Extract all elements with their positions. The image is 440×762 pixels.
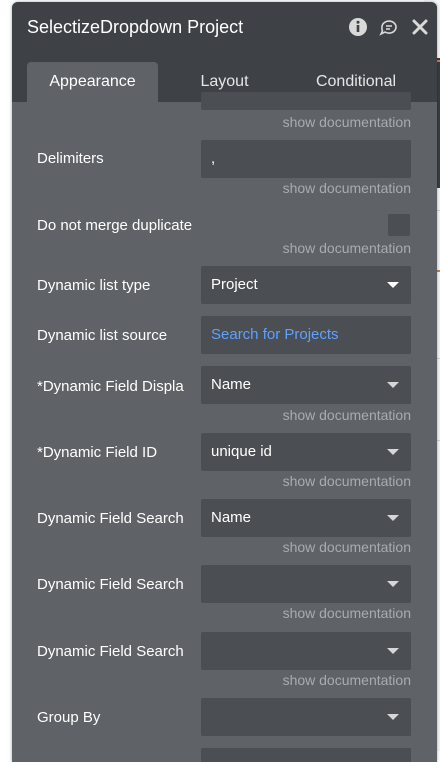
chevron-down-icon <box>387 282 399 288</box>
appearance-properties: show documentation Delimiters , show doc… <box>12 92 437 762</box>
field-display-dropdown[interactable]: Name <box>201 366 411 404</box>
title-bar[interactable]: SelectizeDropdown Project <box>12 2 437 54</box>
chevron-down-icon <box>387 515 399 521</box>
field-display-value: Name <box>211 376 252 393</box>
close-icon[interactable] <box>410 17 430 37</box>
panel-title: SelectizeDropdown Project <box>27 17 244 37</box>
list-type-value: Project <box>211 276 258 293</box>
info-icon[interactable] <box>348 17 368 37</box>
previous-field[interactable] <box>201 92 411 110</box>
show-documentation-link[interactable]: show documentation <box>283 180 411 196</box>
field-search-label: Dynamic Field Search <box>37 510 184 527</box>
field-id-dropdown[interactable]: unique id <box>201 433 411 471</box>
chevron-down-icon <box>387 382 399 388</box>
no-merge-label: Do not merge duplicate <box>37 217 193 234</box>
delimiters-value: , <box>211 150 216 167</box>
chat-icon[interactable] <box>379 17 399 37</box>
show-documentation-link[interactable]: show documentation <box>283 114 411 130</box>
field-search-dropdown[interactable] <box>201 565 411 603</box>
list-source-field[interactable]: Search for Projects <box>201 316 411 354</box>
field-id-value: unique id <box>211 443 272 460</box>
show-documentation-link[interactable]: show documentation <box>283 539 411 555</box>
field-search-dropdown[interactable]: Name <box>201 499 411 537</box>
list-type-label: Dynamic list type <box>37 277 151 294</box>
field-display-label: *Dynamic Field Displa <box>37 378 184 395</box>
delimiters-label: Delimiters <box>37 150 104 167</box>
group-by-label: Group By <box>37 709 101 726</box>
field-search-label: Dynamic Field Search <box>37 643 184 660</box>
group-by-dropdown[interactable] <box>201 698 411 736</box>
chevron-down-icon <box>387 581 399 587</box>
property-editor-panel: SelectizeDropdown Project Appearance Lay… <box>12 2 437 762</box>
show-documentation-link[interactable]: show documentation <box>283 473 411 489</box>
show-documentation-link[interactable]: show documentation <box>283 605 411 621</box>
show-documentation-link[interactable]: show documentation <box>283 407 411 423</box>
delimiters-input[interactable]: , <box>201 140 411 178</box>
next-field[interactable] <box>201 748 411 762</box>
no-merge-checkbox[interactable] <box>388 214 410 236</box>
chevron-down-icon <box>387 648 399 654</box>
chevron-down-icon <box>387 714 399 720</box>
field-search-label: Dynamic Field Search <box>37 576 184 593</box>
list-type-dropdown[interactable]: Project <box>201 266 411 304</box>
show-documentation-link[interactable]: show documentation <box>283 672 411 688</box>
show-documentation-link[interactable]: show documentation <box>283 240 411 256</box>
field-id-label: *Dynamic Field ID <box>37 444 158 461</box>
tab-appearance[interactable]: Appearance <box>27 62 158 102</box>
field-search-value: Name <box>211 509 252 526</box>
field-search-dropdown[interactable] <box>201 632 411 670</box>
list-source-label: Dynamic list source <box>37 327 168 344</box>
list-source-value[interactable]: Search for Projects <box>211 326 339 343</box>
chevron-down-icon <box>387 449 399 455</box>
